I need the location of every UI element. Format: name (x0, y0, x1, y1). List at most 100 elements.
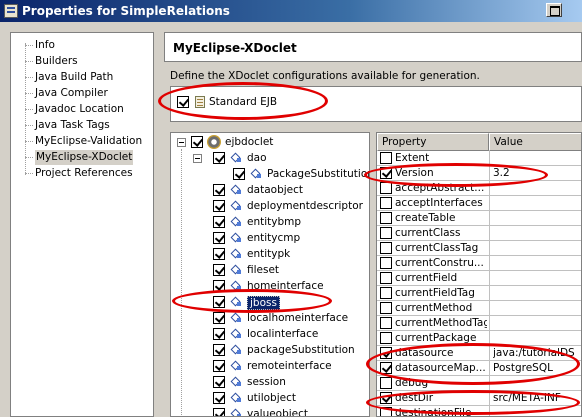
property-checkbox[interactable] (380, 257, 392, 269)
property-row[interactable]: currentPackage (377, 331, 581, 346)
nav-item-builders[interactable]: Builders (35, 54, 78, 69)
property-row[interactable]: currentMethodTag (377, 316, 581, 331)
tree-label-remoteinterface[interactable]: remoteinterface (247, 360, 332, 372)
tree-checkbox-valueobject[interactable] (213, 408, 225, 416)
tree-checkbox-entitypk[interactable] (213, 248, 225, 260)
tree-checkbox-localhomeinterface[interactable] (213, 312, 225, 324)
property-name: Extent (395, 152, 430, 164)
tree-label-dataobject[interactable]: dataobject (247, 184, 303, 196)
property-row[interactable]: debug (377, 376, 581, 391)
nav-item-project-references[interactable]: Project References (35, 166, 133, 181)
nav-tree-connector (25, 125, 33, 126)
property-checkbox[interactable] (380, 152, 392, 164)
tree-checkbox-remoteinterface[interactable] (213, 360, 225, 372)
property-checkbox[interactable] (380, 242, 392, 254)
property-checkbox[interactable] (380, 272, 392, 284)
property-checkbox[interactable] (380, 182, 392, 194)
property-checkbox[interactable] (380, 362, 392, 374)
property-row[interactable]: destinationFile (377, 406, 581, 416)
tree-checkbox-package-substitution[interactable] (233, 168, 245, 180)
tree-label-deploymentdescriptor[interactable]: deploymentdescriptor (247, 200, 363, 212)
tree-checkbox-ejbdoclet[interactable] (191, 136, 203, 148)
tree-label-homeinterface[interactable]: homeinterface (247, 280, 324, 292)
maximize-button[interactable] (546, 3, 562, 17)
column-header-value[interactable]: Value (489, 133, 581, 151)
tree-label-session[interactable]: session (247, 376, 286, 388)
tree-checkbox-homeinterface[interactable] (213, 280, 225, 292)
xdoclet-task-tree: ejbdoclet dao PackageSubstitution dataob… (170, 132, 370, 417)
property-row[interactable]: currentClassTag (377, 241, 581, 256)
property-name: currentFieldTag (395, 287, 475, 299)
property-checkbox[interactable] (380, 167, 392, 179)
tree-label-entitybmp[interactable]: entitybmp (247, 216, 301, 228)
tree-label-package-substitution[interactable]: PackageSubstitution (267, 168, 369, 180)
column-header-property[interactable]: Property (377, 133, 489, 151)
property-row[interactable]: acceptInterfaces (377, 196, 581, 211)
property-row[interactable]: currentMethod (377, 301, 581, 316)
property-checkbox[interactable] (380, 347, 392, 359)
tree-checkbox-entitybmp[interactable] (213, 216, 225, 228)
tree-label-entitypk[interactable]: entitypk (247, 248, 290, 260)
tree-checkbox-dao[interactable] (213, 152, 225, 164)
property-value[interactable]: 3.2 (493, 167, 581, 179)
tree-label-packagesubstitution[interactable]: packageSubstitution (247, 344, 355, 356)
config-checkbox-standard-ejb[interactable] (177, 96, 189, 108)
property-value[interactable]: PostgreSQL (493, 362, 581, 374)
property-row[interactable]: Extent (377, 151, 581, 166)
element-icon (231, 186, 241, 195)
config-label-standard-ejb[interactable]: Standard EJB (209, 96, 277, 108)
tree-checkbox-jboss[interactable] (213, 296, 225, 308)
nav-item-java-compiler[interactable]: Java Compiler (35, 86, 108, 101)
property-row[interactable]: createTable (377, 211, 581, 226)
property-row[interactable]: currentConstru... (377, 256, 581, 271)
property-row[interactable]: currentClass (377, 226, 581, 241)
property-checkbox[interactable] (380, 287, 392, 299)
tree-label-dao[interactable]: dao (247, 152, 267, 164)
property-row[interactable]: datasource java:/tutorialDS (377, 346, 581, 361)
property-checkbox[interactable] (380, 407, 392, 416)
property-row[interactable]: Version 3.2 (377, 166, 581, 181)
property-row[interactable]: datasourceMap... PostgreSQL (377, 361, 581, 376)
tree-checkbox-session[interactable] (213, 376, 225, 388)
page-title: MyEclipse-XDoclet (164, 32, 582, 62)
tree-label-localhomeinterface[interactable]: localhomeinterface (247, 312, 348, 324)
nav-item-myeclipse-validation[interactable]: MyEclipse-Validation (35, 134, 142, 149)
property-checkbox[interactable] (380, 332, 392, 344)
nav-item-info[interactable]: Info (35, 38, 55, 53)
tree-label-valueobject[interactable]: valueobject (247, 408, 308, 416)
tree-checkbox-localinterface[interactable] (213, 328, 225, 340)
tree-label-utilobject[interactable]: utilobject (247, 392, 296, 404)
property-checkbox[interactable] (380, 317, 392, 329)
property-checkbox[interactable] (380, 302, 392, 314)
tree-checkbox-deploymentdescriptor[interactable] (213, 200, 225, 212)
collapse-ejbdoclet-toggle[interactable] (177, 138, 186, 147)
nav-item-java-build-path[interactable]: Java Build Path (35, 70, 113, 85)
tree-checkbox-fileset[interactable] (213, 264, 225, 276)
tree-label-localinterface[interactable]: localinterface (247, 328, 318, 340)
tree-checkbox-dataobject[interactable] (213, 184, 225, 196)
property-row[interactable]: destDir src/META-INF (377, 391, 581, 406)
tree-label-ejbdoclet[interactable]: ejbdoclet (225, 136, 273, 148)
nav-item-java-task-tags[interactable]: Java Task Tags (35, 118, 110, 133)
property-checkbox[interactable] (380, 377, 392, 389)
property-checkbox[interactable] (380, 197, 392, 209)
property-row[interactable]: acceptAbstract... (377, 181, 581, 196)
property-row[interactable]: currentField (377, 271, 581, 286)
property-checkbox[interactable] (380, 212, 392, 224)
property-value[interactable]: src/META-INF (493, 392, 581, 404)
nav-item-myeclipse-xdoclet[interactable]: MyEclipse-XDoclet (35, 150, 134, 165)
tree-checkbox-entitycmp[interactable] (213, 232, 225, 244)
tree-label-fileset[interactable]: fileset (247, 264, 279, 276)
nav-item-javadoc-location[interactable]: Javadoc Location (35, 102, 124, 117)
property-value[interactable]: java:/tutorialDS (493, 347, 581, 359)
tree-checkbox-packagesubstitution[interactable] (213, 344, 225, 356)
tree-label-jboss[interactable]: jboss (247, 296, 280, 310)
property-checkbox[interactable] (380, 392, 392, 404)
element-icon (231, 282, 241, 291)
collapse-dao-toggle[interactable] (193, 154, 202, 163)
tree-checkbox-utilobject[interactable] (213, 392, 225, 404)
property-checkbox[interactable] (380, 227, 392, 239)
property-row[interactable]: currentFieldTag (377, 286, 581, 301)
tree-label-entitycmp[interactable]: entitycmp (247, 232, 300, 244)
window-title: Properties for SimpleRelations (22, 4, 230, 18)
